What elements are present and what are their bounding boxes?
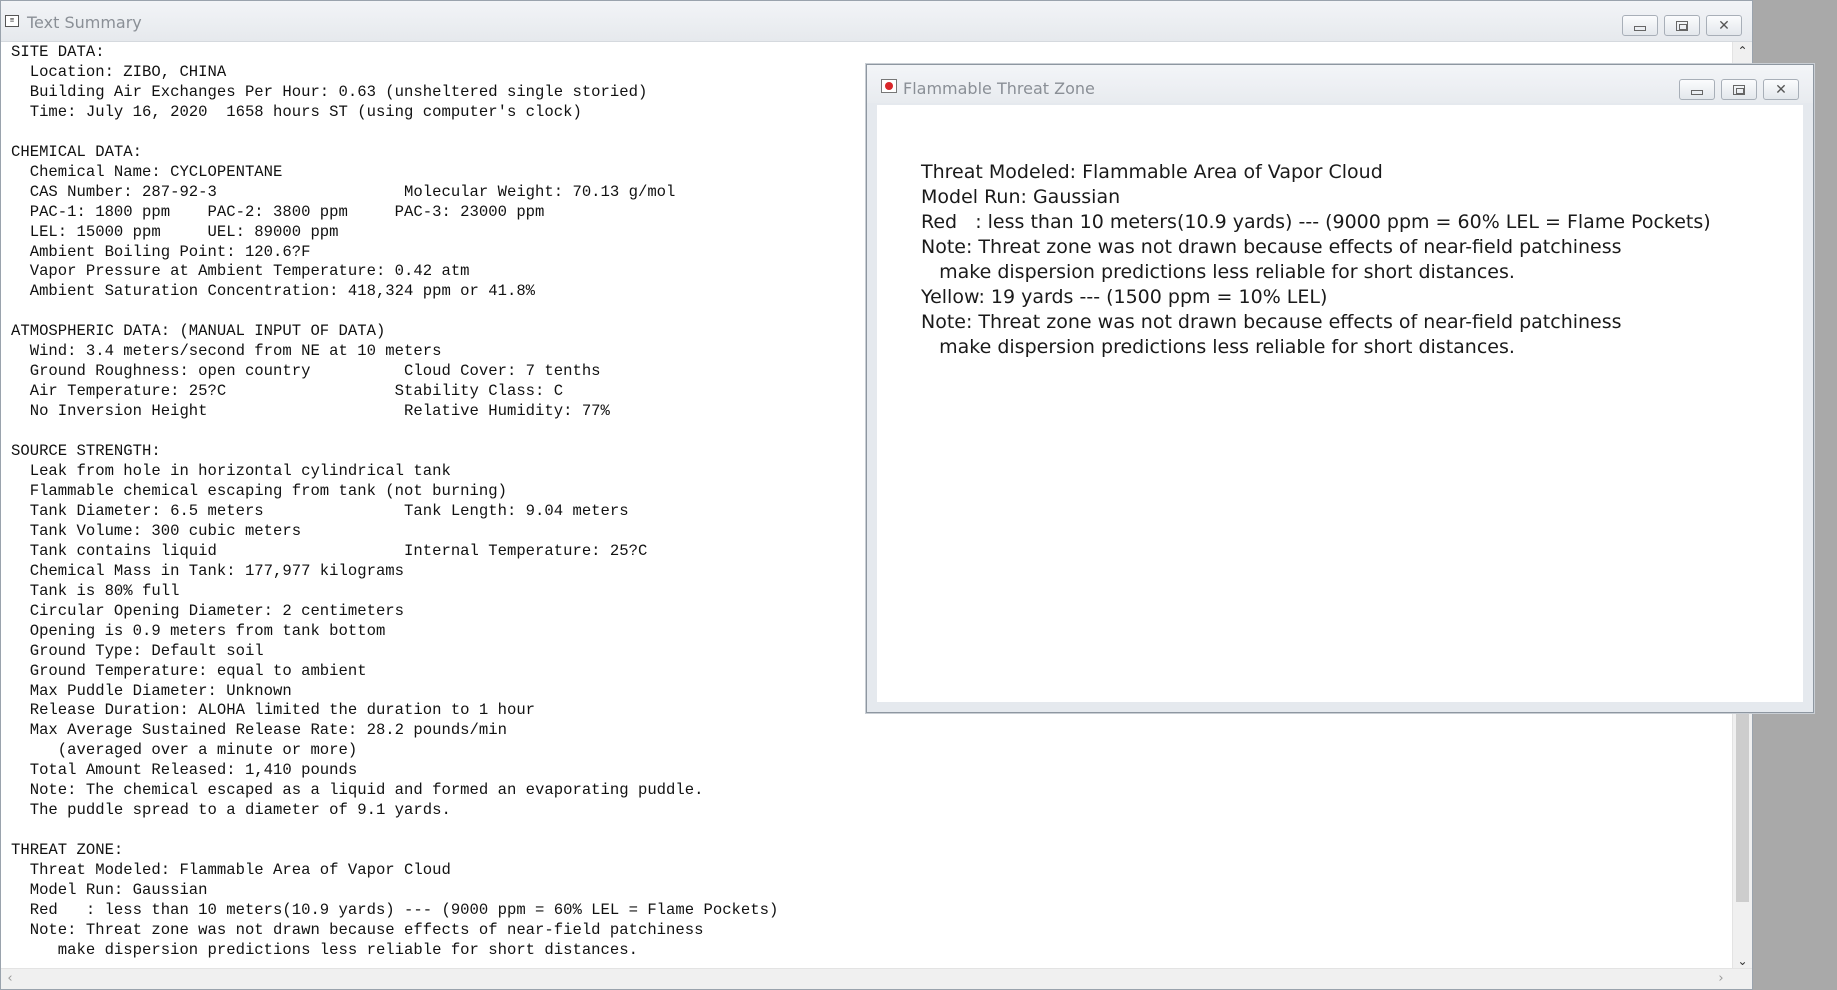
- minimize-button[interactable]: [1679, 79, 1715, 100]
- text-document-icon: ≡: [5, 15, 19, 27]
- threat-zone-content: Threat Modeled: Flammable Area of Vapor …: [921, 161, 1711, 358]
- threat-zone-title: Flammable Threat Zone: [903, 79, 1095, 98]
- minimize-icon: [1634, 26, 1646, 31]
- threat-zone-body: Threat Modeled: Flammable Area of Vapor …: [877, 105, 1803, 702]
- restore-button[interactable]: [1721, 79, 1757, 100]
- scroll-up-arrow-icon[interactable]: ⌃: [1733, 42, 1752, 60]
- close-icon: ✕: [1718, 17, 1730, 34]
- horizontal-scrollbar[interactable]: ‹ ›: [1, 968, 1752, 989]
- restore-icon: [1676, 20, 1688, 31]
- threat-zone-titlebar[interactable]: Flammable Threat Zone ✕: [867, 65, 1813, 103]
- close-icon: ✕: [1775, 81, 1787, 98]
- text-summary-title: Text Summary: [27, 13, 142, 32]
- minimize-button[interactable]: [1622, 15, 1658, 36]
- threat-zone-caption-buttons: ✕: [1679, 79, 1799, 100]
- close-button[interactable]: ✕: [1763, 79, 1799, 100]
- text-summary-caption-buttons: ✕: [1622, 15, 1742, 36]
- scroll-left-arrow-icon[interactable]: ‹: [1, 969, 19, 989]
- restore-button[interactable]: [1664, 15, 1700, 36]
- minimize-icon: [1691, 90, 1703, 95]
- close-button[interactable]: ✕: [1706, 15, 1742, 36]
- flammable-threat-zone-window: Flammable Threat Zone ✕ Threat Modeled: …: [866, 64, 1814, 713]
- restore-icon: [1733, 84, 1745, 95]
- scroll-right-arrow-icon[interactable]: ›: [1712, 969, 1730, 989]
- text-summary-titlebar[interactable]: ≡ Text Summary ✕: [1, 1, 1752, 42]
- threat-zone-icon: [881, 79, 897, 93]
